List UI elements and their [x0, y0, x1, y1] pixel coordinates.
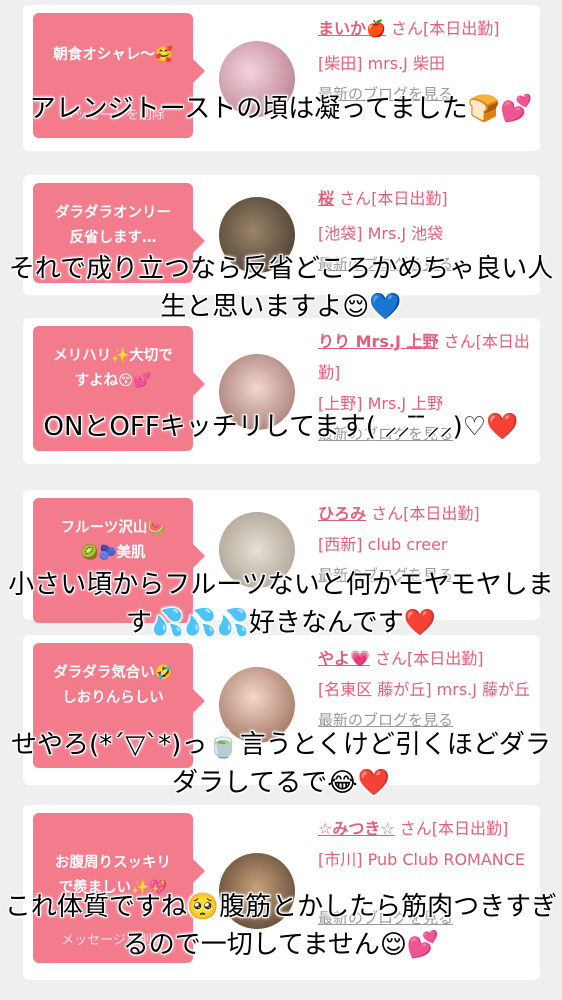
bubble-text: 朝食オシャレ〜🥰 — [53, 47, 173, 63]
shop-name[interactable]: [西新] club creer — [318, 529, 533, 560]
shop-name[interactable]: [池袋] Mrs.J 池袋 — [318, 218, 533, 249]
bubble-text: しおりんらしい — [62, 690, 164, 706]
cast-name[interactable]: ☆みつき☆ — [318, 819, 395, 838]
bubble-text: 反省します… — [69, 230, 157, 246]
bubble-text: すよね😚💕 — [74, 373, 152, 389]
shop-name[interactable]: [柴田] mrs.J 柴田 — [318, 48, 533, 79]
shop-name[interactable]: [市川] Pub Club ROMANCE — [318, 844, 533, 875]
bubble-text: メリハリ✨大切で — [53, 348, 173, 364]
cast-status: さん[本日出勤] — [366, 504, 480, 523]
cast-status: さん[本日出勤] — [334, 189, 448, 208]
bubble-text: お腹周りスッキリ — [55, 855, 171, 871]
comment-caption: それで成り立つなら反省どころかめちゃ良い人生と思いますよ😌💙 — [8, 254, 554, 322]
comment-caption: これ体質ですね🥺腹筋とかしたら筋肉つきすぎるので一切してません😌💕 — [4, 892, 558, 960]
cast-name[interactable]: 桜 — [318, 189, 334, 208]
comment-caption: 小さい頃からフルーツないと何かモヤモヤします💦💦💦好きなんです❤️ — [8, 570, 554, 638]
cast-status: さん[本日出勤] — [369, 649, 484, 668]
comment-caption: ONとOFFキッチリしてます( ⸝⸝ ̄ ̄⸝⸝)♡❤️ — [43, 412, 519, 442]
cast-name[interactable]: やよ💗 — [318, 649, 370, 668]
cast-name[interactable]: まいか🍎 — [318, 19, 386, 38]
shop-name[interactable]: [名東区 藤が丘] mrs.J 藤が丘 — [318, 674, 533, 705]
cast-status: さん[本日出勤] — [385, 19, 500, 38]
cast-name[interactable]: ひろみ — [318, 504, 366, 523]
message-card: 朝食オシャレ〜🥰 メッセージを削除 まいか🍎 さん[本日出勤] [柴田] mrs… — [23, 5, 540, 151]
bubble-text: ダラダラ気合い🤣 — [53, 665, 173, 681]
comment-caption: せやろ(*´▽`*)っ🍵言うとくけど引くほどダラダラしてるで😂❤️ — [11, 730, 551, 798]
comment-caption: アレンジトーストの頃は凝ってました🍞💕 — [29, 94, 533, 124]
cast-status: さん[本日出勤] — [394, 819, 509, 838]
cast-name[interactable]: りり Mrs.J 上野 — [318, 332, 439, 351]
bubble-text: ダラダラオンリー — [55, 205, 171, 221]
bubble-text: 🥝🫐美肌 — [80, 545, 146, 561]
bubble-text: フルーツ沢山🍉 — [60, 520, 166, 536]
